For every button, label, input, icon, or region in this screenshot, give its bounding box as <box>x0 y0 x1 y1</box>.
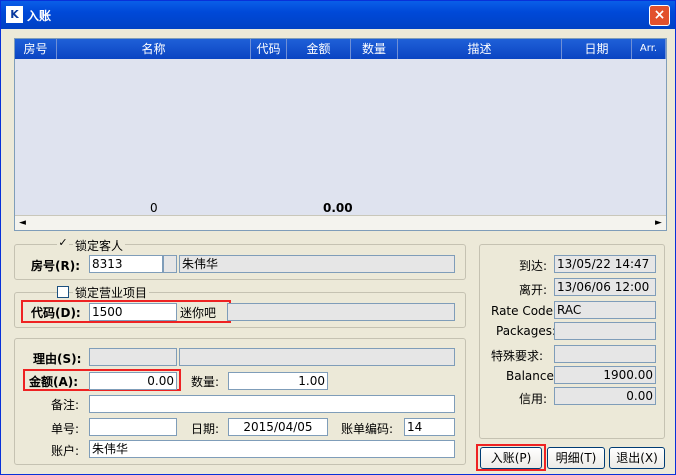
date-label: 日期: <box>191 422 220 436</box>
qty-label: 数量: <box>191 375 220 389</box>
amount-label: 金额(A): <box>29 375 79 389</box>
col-date[interactable]: 日期 <box>562 39 632 59</box>
note-label: 备注: <box>51 398 80 412</box>
footer-count: 0 <box>150 201 158 215</box>
lock-guest-label: 锁定客人 <box>73 237 126 254</box>
arrive-field: 13/05/22 14:47 <box>554 255 656 273</box>
packages-field <box>554 322 656 340</box>
depart-label: 离开: <box>519 283 548 297</box>
note-input[interactable] <box>89 395 455 413</box>
reason-desc-field <box>179 348 455 366</box>
post-charge-window: K 入账 × 房号 名称 代码 金额 数量 描述 日期 Arr. 0 0.00 … <box>0 0 676 475</box>
rate-code-label: Rate Code: <box>491 304 558 318</box>
app-logo-icon: K <box>6 6 23 23</box>
packages-label: Packages: <box>496 324 557 338</box>
room-label: 房号(R): <box>31 259 81 273</box>
post-button[interactable]: 入账(P) <box>480 447 542 469</box>
reason-label: 理由(S): <box>33 352 82 366</box>
arrive-label: 到达: <box>519 259 548 273</box>
guest-name-field: 朱伟华 <box>179 255 455 273</box>
bill-input[interactable]: 14 <box>404 418 455 436</box>
reason-code-field[interactable] <box>89 348 177 366</box>
amount-input[interactable]: 0.00 <box>89 372 177 390</box>
date-input[interactable]: 2015/04/05 <box>228 418 328 436</box>
balance-field: 1900.00 <box>554 366 656 384</box>
bill-label: 账单编码: <box>341 422 394 436</box>
ticket-input[interactable] <box>89 418 177 436</box>
col-room[interactable]: 房号 <box>15 39 57 59</box>
title-bar[interactable]: K 入账 × <box>1 1 675 29</box>
special-label: 特殊要求: <box>491 349 544 363</box>
detail-button[interactable]: 明细(T) <box>547 447 605 469</box>
ticket-label: 单号: <box>51 422 80 436</box>
credit-label: 信用: <box>519 392 548 406</box>
col-amount[interactable]: 金额 <box>287 39 351 59</box>
lock-item-label: 锁定营业项目 <box>73 284 150 301</box>
horizontal-scrollbar[interactable]: ◄ ► <box>15 215 666 230</box>
close-button[interactable]: × <box>649 5 670 26</box>
room-extra-field <box>163 255 177 273</box>
col-name[interactable]: 名称 <box>57 39 251 59</box>
depart-field: 13/06/06 12:00 <box>554 278 656 296</box>
lock-guest-checkbox[interactable]: ✓ <box>57 237 69 250</box>
col-arr[interactable]: Arr. <box>632 39 666 59</box>
window-title: 入账 <box>27 9 52 23</box>
lock-item-checkbox[interactable] <box>57 286 69 298</box>
rate-code-field: RAC <box>554 301 656 319</box>
code-input[interactable]: 1500 <box>89 303 177 321</box>
balance-label: Balance: <box>506 369 558 383</box>
account-label: 账户: <box>51 444 80 458</box>
col-code[interactable]: 代码 <box>251 39 287 59</box>
special-field <box>554 345 656 363</box>
footer-amount: 0.00 <box>323 201 353 215</box>
grid-header: 房号 名称 代码 金额 数量 描述 日期 Arr. <box>15 39 666 59</box>
account-input[interactable]: 朱伟华 <box>89 440 455 458</box>
exit-button[interactable]: 退出(X) <box>609 447 665 469</box>
code-name-field <box>227 303 455 321</box>
qty-input[interactable]: 1.00 <box>228 372 328 390</box>
col-qty[interactable]: 数量 <box>351 39 398 59</box>
code-name: 迷你吧 <box>180 306 217 320</box>
code-label: 代码(D): <box>31 306 81 320</box>
stay-info-panel <box>479 244 665 439</box>
scroll-right-icon[interactable]: ► <box>651 216 666 231</box>
col-desc[interactable]: 描述 <box>398 39 562 59</box>
credit-field: 0.00 <box>554 387 656 405</box>
room-input[interactable]: 8313 <box>89 255 163 273</box>
charges-grid[interactable]: 房号 名称 代码 金额 数量 描述 日期 Arr. 0 0.00 ◄ ► <box>14 38 667 231</box>
scroll-left-icon[interactable]: ◄ <box>15 216 30 231</box>
